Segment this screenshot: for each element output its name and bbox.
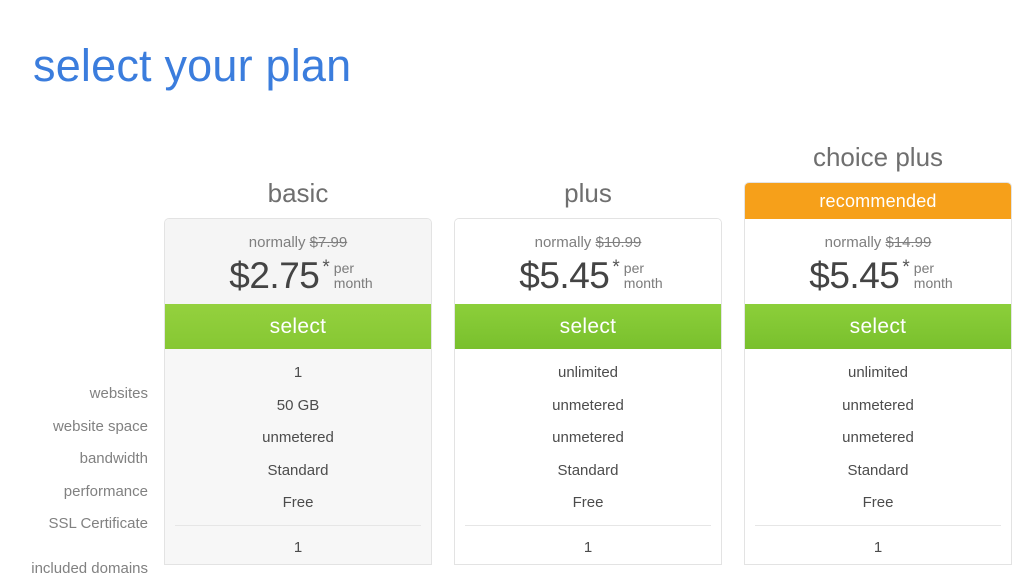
- price-row-plus: $5.45 * permonth: [455, 256, 721, 296]
- price-asterisk-plus: *: [612, 257, 619, 279]
- price-period-basic: permonth: [334, 261, 373, 291]
- feature-value-ssl-certificate: Free: [745, 487, 1011, 520]
- feature-value-included-domains: 1: [745, 532, 1011, 565]
- feature-value-performance: Standard: [745, 455, 1011, 488]
- feature-divider: [175, 525, 421, 526]
- price-block-basic: normally $7.99 $2.75 * permonth: [165, 219, 431, 304]
- price-amount-basic: $2.75: [229, 256, 319, 296]
- select-button-plus[interactable]: select: [455, 304, 721, 349]
- feature-value-bandwidth: unmetered: [165, 422, 431, 455]
- price-period-per: per: [624, 260, 644, 276]
- price-asterisk-basic: *: [322, 257, 329, 279]
- feature-value-included-domains: 1: [165, 532, 431, 565]
- price-period-month: month: [334, 275, 373, 291]
- price-amount-choice-plus: $5.45: [809, 256, 899, 296]
- plan-card-body-plus: normally $10.99 $5.45 * permonth select …: [454, 218, 722, 565]
- feature-value-websites: unlimited: [455, 357, 721, 390]
- feature-value-bandwidth: unmetered: [745, 422, 1011, 455]
- feature-value-websites: unlimited: [745, 357, 1011, 390]
- old-price-basic: $7.99: [310, 234, 348, 251]
- old-price-choice-plus: $14.99: [885, 234, 931, 251]
- plan-card-basic: basic normally $7.99 $2.75 * permonth se…: [164, 130, 432, 565]
- plan-name-basic: basic: [164, 176, 432, 210]
- plan-comparison-grid: websites website space bandwidth perform…: [0, 130, 1024, 579]
- feature-label-column: websites website space bandwidth perform…: [0, 378, 148, 585]
- price-period-month: month: [914, 275, 953, 291]
- price-asterisk-choice-plus: *: [902, 257, 909, 279]
- price-period-plus: permonth: [624, 261, 663, 291]
- price-row-choice-plus: $5.45 * permonth: [745, 256, 1011, 296]
- recommended-badge: recommended: [745, 183, 1011, 219]
- price-period-per: per: [914, 260, 934, 276]
- price-block-plus: normally $10.99 $5.45 * permonth: [455, 219, 721, 304]
- normally-prefix: normally: [249, 234, 310, 251]
- feature-divider: [755, 525, 1001, 526]
- page-title: select your plan: [33, 36, 351, 96]
- feature-label-website-space: website space: [0, 411, 148, 444]
- plan-card-choice-plus: choice plus recommended normally $14.99 …: [744, 130, 1012, 565]
- price-amount-plus: $5.45: [519, 256, 609, 296]
- select-button-choice-plus[interactable]: select: [745, 304, 1011, 349]
- normally-price-plus: normally $10.99: [455, 219, 721, 252]
- plan-card-body-choice-plus: recommended normally $14.99 $5.45 * perm…: [744, 182, 1012, 565]
- feature-label-performance: performance: [0, 476, 148, 509]
- normally-prefix: normally: [535, 234, 596, 251]
- price-block-choice-plus: normally $14.99 $5.45 * permonth: [745, 219, 1011, 304]
- plan-name-plus: plus: [454, 176, 722, 210]
- feature-label-bandwidth: bandwidth: [0, 443, 148, 476]
- plan-card-plus: plus normally $10.99 $5.45 * permonth se…: [454, 130, 722, 565]
- normally-price-choice-plus: normally $14.99: [745, 219, 1011, 252]
- feature-label-ssl-certificate: SSL Certificate: [0, 508, 148, 541]
- price-period-month: month: [624, 275, 663, 291]
- normally-price-basic: normally $7.99: [165, 219, 431, 252]
- feature-value-ssl-certificate: Free: [455, 487, 721, 520]
- normally-prefix: normally: [825, 234, 886, 251]
- feature-values-plus: unlimited unmetered unmetered Standard F…: [455, 349, 721, 564]
- feature-value-performance: Standard: [455, 455, 721, 488]
- feature-value-included-domains: 1: [455, 532, 721, 565]
- feature-value-bandwidth: unmetered: [455, 422, 721, 455]
- feature-values-basic: 1 50 GB unmetered Standard Free 1: [165, 349, 431, 564]
- select-button-basic[interactable]: select: [165, 304, 431, 349]
- plan-name-choice-plus: choice plus: [744, 140, 1012, 174]
- feature-label-included-domains: included domains: [0, 553, 148, 585]
- feature-divider: [465, 525, 711, 526]
- price-period-choice-plus: permonth: [914, 261, 953, 291]
- feature-value-website-space: unmetered: [745, 390, 1011, 423]
- feature-value-ssl-certificate: Free: [165, 487, 431, 520]
- price-row-basic: $2.75 * permonth: [165, 256, 431, 296]
- feature-values-choice-plus: unlimited unmetered unmetered Standard F…: [745, 349, 1011, 564]
- feature-value-performance: Standard: [165, 455, 431, 488]
- feature-value-website-space: 50 GB: [165, 390, 431, 423]
- feature-value-website-space: unmetered: [455, 390, 721, 423]
- plan-card-body-basic: normally $7.99 $2.75 * permonth select 1…: [164, 218, 432, 565]
- feature-value-websites: 1: [165, 357, 431, 390]
- feature-label-websites: websites: [0, 378, 148, 411]
- price-period-per: per: [334, 260, 354, 276]
- old-price-plus: $10.99: [595, 234, 641, 251]
